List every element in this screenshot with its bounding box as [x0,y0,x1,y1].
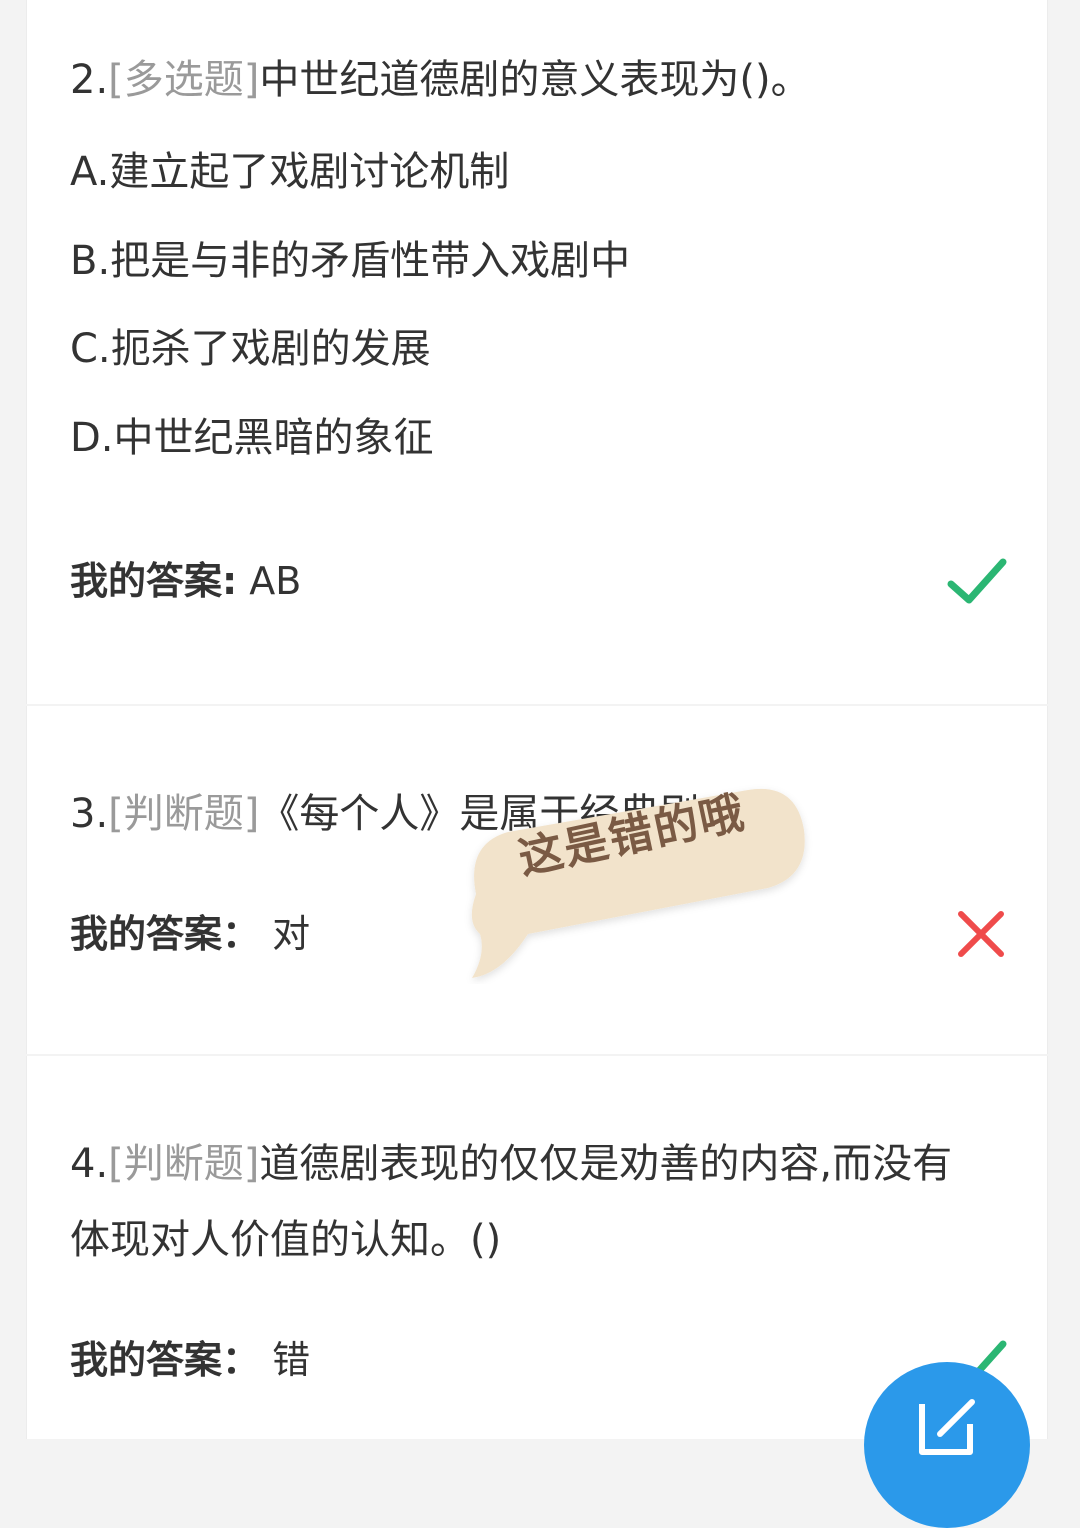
my-answer-label: 我的答案: [70,559,238,603]
my-answer-value: AB [249,559,302,603]
option-b[interactable]: B.把是与非的矛盾性带入戏剧中 [70,233,630,289]
question-type-tag: [判断题] [108,1141,260,1187]
question-title: 2.[多选题]中世纪道德剧的意义表现为()。 [70,42,990,118]
question-title: 4.[判断题]道德剧表现的仅仅是劝善的内容,而没有体现对人价值的认知。() [70,1126,990,1278]
cross-icon [958,911,1004,957]
question-type-tag: [多选题] [108,57,260,103]
my-answer-label: 我的答案： [70,912,261,956]
my-answer-label: 我的答案： [70,1338,261,1382]
option-c[interactable]: C.扼杀了戏剧的发展 [70,321,431,377]
my-answer-row: 我的答案： 对 [70,906,310,962]
question-number: 4. [70,1141,109,1187]
edit-fab-button[interactable] [864,1362,1030,1528]
question-text: 中世纪道德剧的意义表现为()。 [259,57,811,103]
check-icon [947,558,1007,604]
my-answer-value: 对 [272,912,311,956]
option-a[interactable]: A.建立起了戏剧讨论机制 [70,144,509,200]
edit-icon [919,1399,975,1455]
option-d[interactable]: D.中世纪黑暗的象征 [70,410,434,466]
question-card-2: 2.[多选题]中世纪道德剧的意义表现为()。 A.建立起了戏剧讨论机制 B.把是… [26,0,1048,704]
question-number: 2. [70,57,109,103]
my-answer-value: 错 [272,1338,311,1382]
my-answer-row: 我的答案： 错 [70,1332,310,1388]
my-answer-row: 我的答案: AB [70,553,301,609]
question-number: 3. [70,791,109,837]
question-type-tag: [判断题] [108,791,260,837]
